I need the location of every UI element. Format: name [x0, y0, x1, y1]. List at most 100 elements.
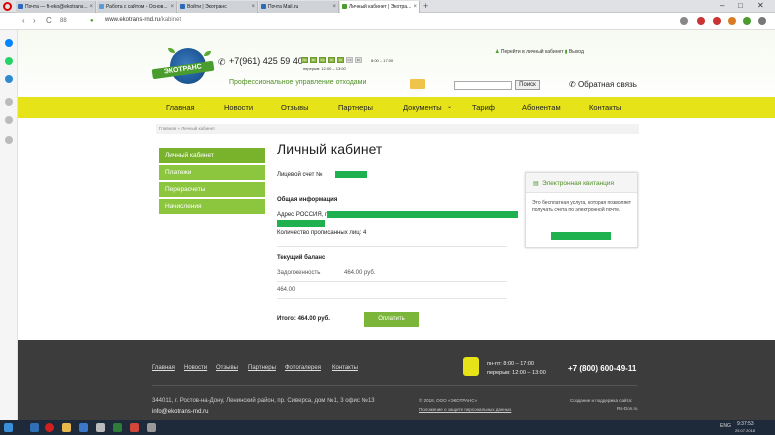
vk-icon[interactable]: [5, 75, 13, 83]
start-icon[interactable]: [4, 423, 13, 432]
footer-email[interactable]: info@ekotrans-rnd.ru: [152, 409, 208, 415]
maximize-icon[interactable]: □: [738, 0, 743, 12]
tab-label: Войти | Экотранс: [187, 4, 227, 10]
cabinet-link[interactable]: Перейти в личный кабинет: [501, 49, 564, 55]
footer-phone[interactable]: +7 (800) 600-49-11: [568, 364, 636, 373]
footer-nav-contacts[interactable]: Контакты: [332, 365, 358, 371]
extension-icon[interactable]: [743, 17, 751, 25]
heart-icon[interactable]: [5, 116, 13, 124]
close-tab-icon[interactable]: ×: [413, 1, 417, 13]
snapshot-icon[interactable]: [680, 17, 688, 25]
taskbar-app-icon[interactable]: [130, 423, 139, 432]
nav-partners[interactable]: Партнеры: [338, 103, 373, 112]
messenger-icon[interactable]: [5, 39, 13, 47]
nav-home[interactable]: Главная: [166, 103, 195, 112]
close-window-icon[interactable]: ✕: [757, 0, 764, 12]
taskbar-app-icon[interactable]: [79, 423, 88, 432]
forward-icon[interactable]: ›: [33, 16, 36, 26]
pay-button[interactable]: Оплатить: [364, 312, 419, 327]
day-badge: Вс: [355, 57, 362, 63]
e-receipt-panel: ▤ Электронная квитанция Это бесплатная у…: [525, 172, 638, 248]
history-icon[interactable]: [5, 98, 13, 106]
new-tab-button[interactable]: +: [423, 0, 428, 13]
extension-icon[interactable]: [728, 17, 736, 25]
opera-taskbar-icon[interactable]: [45, 423, 54, 432]
chevron-down-icon[interactable]: ⌄: [447, 103, 452, 110]
taskbar-app-icon[interactable]: [113, 423, 122, 432]
minimize-icon[interactable]: –: [720, 0, 724, 12]
tab-site-work[interactable]: Работа с сайтом - Основ... ×: [97, 1, 177, 13]
tab-favicon-icon: [180, 4, 185, 9]
footer-nav-home[interactable]: Главная: [152, 365, 175, 371]
explorer-icon[interactable]: [62, 423, 71, 432]
footer-nav-partners[interactable]: Партнеры: [248, 365, 276, 371]
opera-sidebar: [0, 30, 18, 420]
close-tab-icon[interactable]: ×: [251, 1, 255, 13]
nav-news[interactable]: Новости: [224, 103, 253, 112]
feedback-label: Обратная связь: [577, 80, 637, 89]
taskbar-app-icon[interactable]: [30, 423, 39, 432]
site-header: [18, 30, 775, 98]
menu-icon[interactable]: [758, 17, 766, 25]
extension-icon[interactable]: [713, 17, 721, 25]
close-tab-icon[interactable]: ×: [170, 1, 174, 13]
redacted-address: [277, 220, 325, 227]
search-input[interactable]: [454, 81, 512, 90]
search-button[interactable]: Поиск: [515, 80, 540, 90]
news-icon[interactable]: [5, 136, 13, 144]
breadcrumb-home[interactable]: Главная: [159, 126, 176, 131]
tab-mailru[interactable]: Почта Mail.ru ×: [259, 1, 339, 13]
opera-logo-icon[interactable]: [3, 2, 12, 11]
back-icon[interactable]: ‹: [22, 16, 25, 26]
tab-label: Личный кабинет | Экотра...: [349, 4, 412, 10]
footer-nav-reviews[interactable]: Отзывы: [216, 365, 238, 371]
address-bar: ‹ › C 88 ● www.ekotrans-rnd.ru/kabinet: [0, 13, 775, 30]
envelope-icon[interactable]: [410, 79, 425, 89]
page-title: Личный кабинет: [277, 141, 383, 157]
header-phone[interactable]: +7(961) 425 59 40: [229, 56, 303, 66]
nav-reviews[interactable]: Отзывы: [281, 103, 308, 112]
nav-documents[interactable]: Документы: [403, 103, 442, 112]
close-tab-icon[interactable]: ×: [332, 1, 336, 13]
speed-dial-button[interactable]: 88: [60, 16, 67, 26]
footer-nav-news[interactable]: Новости: [184, 365, 207, 371]
reload-icon[interactable]: C: [46, 16, 52, 26]
tab-login[interactable]: Войти | Экотранс ×: [178, 1, 258, 13]
tagline: Профессиональное управление отходами: [229, 79, 367, 86]
phone-icon: ✆: [569, 80, 578, 89]
side-menu-recalculations[interactable]: Перерасчеты: [159, 182, 265, 198]
tab-label: Почта Mail.ru: [268, 4, 299, 10]
taskbar-app-icon[interactable]: [147, 423, 156, 432]
nav-subscribers[interactable]: Абонентам: [522, 103, 561, 112]
side-menu-payments[interactable]: Платежи: [159, 165, 265, 181]
nav-contacts[interactable]: Контакты: [589, 103, 621, 112]
tab-cabinet[interactable]: Личный кабинет | Экотра... ×: [340, 1, 420, 13]
footer-dev-link[interactable]: Rs-Don.ru: [617, 406, 638, 411]
feedback-link[interactable]: ✆ Обратная связь: [569, 80, 637, 89]
nav-tariff[interactable]: Тариф: [472, 103, 495, 112]
user-icon: ♟: [495, 49, 500, 55]
e-receipt-text: Это бесплатная услуга, которая позволяет…: [532, 200, 632, 213]
footer-nav-gallery[interactable]: Фотогалерея: [285, 365, 321, 371]
url-path: /kabinet: [160, 17, 182, 23]
breadcrumb-current: Личный кабинет: [181, 126, 216, 131]
side-menu-charges[interactable]: Начисления: [159, 199, 265, 215]
lock-icon: ●: [90, 18, 94, 24]
side-menu-cabinet[interactable]: Личный кабинет: [159, 148, 265, 164]
footer-privacy-link[interactable]: Положение о защите персональных данных: [419, 407, 511, 412]
adblock-icon[interactable]: [697, 17, 705, 25]
day-badge: Пн: [301, 57, 308, 63]
exit-link[interactable]: Выход: [569, 49, 584, 55]
browser-tab-bar: Почта — ft-eko@ekotrans... × Работа с сай…: [0, 0, 775, 13]
taskbar-app-icon[interactable]: [96, 423, 105, 432]
receipt-icon: ▤: [533, 181, 539, 187]
redacted-email-button[interactable]: [551, 232, 611, 240]
address-label: Адрес РОССИЯ, г: [277, 212, 328, 218]
clock-time: 9:37:53: [737, 421, 754, 427]
keyboard-language[interactable]: ENG: [720, 423, 731, 429]
close-tab-icon[interactable]: ×: [89, 1, 93, 13]
redacted-address: [327, 211, 518, 218]
tab-mail-ekotrans[interactable]: Почта — ft-eko@ekotrans... ×: [16, 1, 96, 13]
whatsapp-icon[interactable]: [5, 57, 13, 65]
url-input[interactable]: www.ekotrans-rnd.ru/kabinet: [105, 17, 181, 23]
